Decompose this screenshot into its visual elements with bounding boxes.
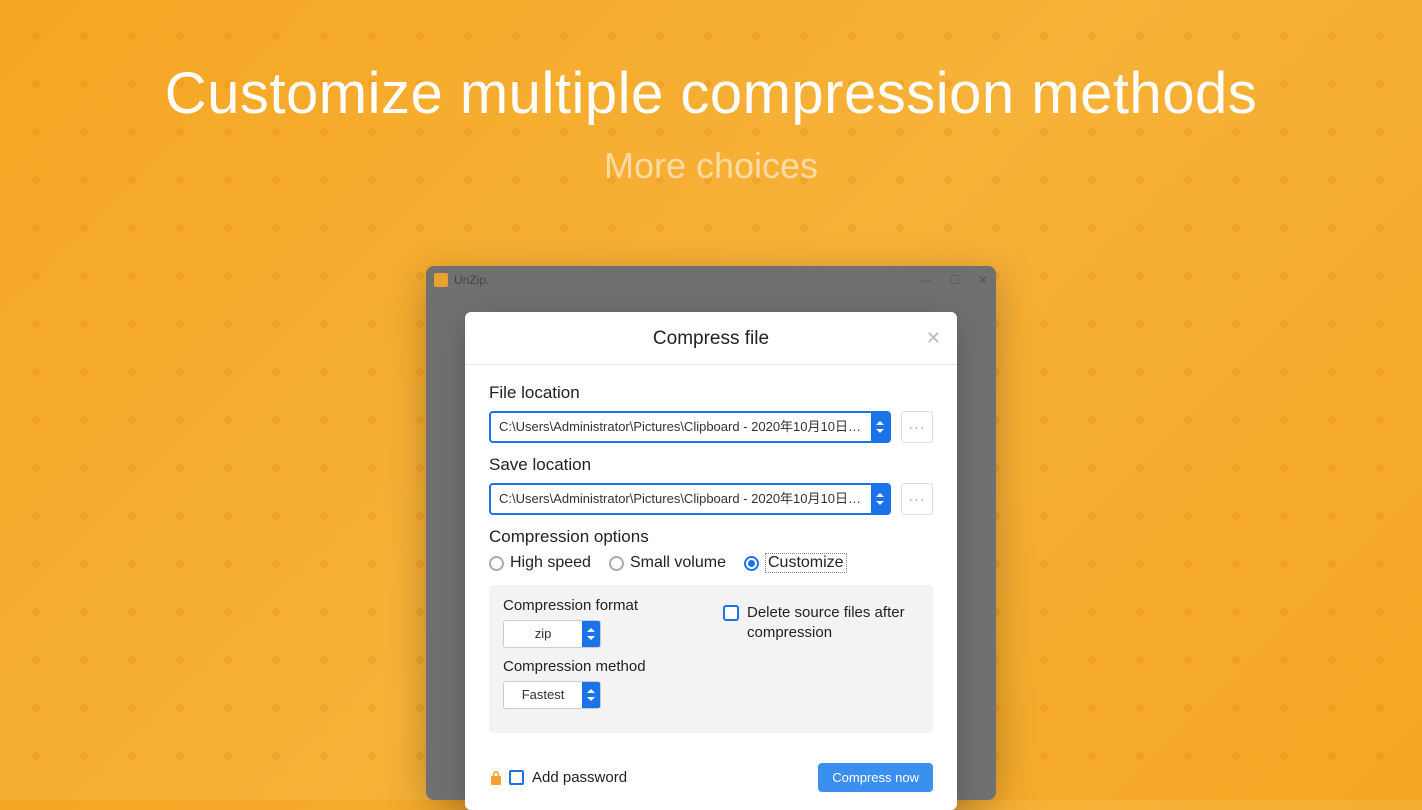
add-password-checkbox[interactable] [509,770,524,785]
customize-options-panel: Compression format zip Compression metho… [489,585,933,733]
compress-dialog: Compress file ✕ File location C:\Users\A… [465,312,957,810]
radio-small-volume[interactable]: Small volume [609,554,726,572]
save-location-label: Save location [489,455,933,475]
titlebar: UnZip. — ☐ ✕ [426,266,996,294]
window-controls: — ☐ ✕ [919,273,988,287]
radio-label: High speed [510,554,591,572]
maximize-button[interactable]: ☐ [949,273,960,287]
lock-icon [489,770,503,786]
radio-label: Customize [765,553,847,573]
app-title: UnZip. [454,273,489,287]
app-icon [434,273,448,287]
minimize-button[interactable]: — [919,273,931,287]
save-location-input[interactable]: C:\Users\Administrator\Pictures\Clipboar… [491,485,871,513]
file-location-input[interactable]: C:\Users\Administrator\Pictures\Clipboar… [491,413,871,441]
hero: Customize multiple compression methods M… [0,0,1422,187]
format-spinner[interactable] [582,621,600,647]
options-left: Compression format zip Compression metho… [503,597,703,719]
close-window-button[interactable]: ✕ [978,273,988,287]
save-location-spinner[interactable] [871,485,889,513]
file-location-spinner[interactable] [871,413,889,441]
compression-method-label: Compression method [503,658,703,675]
delete-source-checkbox[interactable] [723,605,739,621]
app-window: UnZip. — ☐ ✕ Compress file ✕ File locati… [426,266,996,800]
compression-format-select[interactable]: zip [503,620,601,648]
compression-options-label: Compression options [489,527,933,547]
hero-title: Customize multiple compression methods [0,60,1422,127]
delete-source-label: Delete source files after compression [747,603,919,642]
save-location-row: C:\Users\Administrator\Pictures\Clipboar… [489,483,933,515]
compression-options-radios: High speed Small volume Customize [489,553,933,573]
file-location-label: File location [489,383,933,403]
dialog-body: File location C:\Users\Administrator\Pic… [465,365,957,749]
close-icon[interactable]: ✕ [926,328,941,349]
file-location-row: C:\Users\Administrator\Pictures\Clipboar… [489,411,933,443]
file-location-browse-button[interactable]: ··· [901,411,933,443]
radio-icon [744,556,759,571]
dialog-footer: Add password Compress now [465,749,957,810]
file-location-input-wrap: C:\Users\Administrator\Pictures\Clipboar… [489,411,891,443]
options-right: Delete source files after compression [723,597,919,719]
compression-format-value: zip [504,621,582,647]
hero-subtitle: More choices [0,145,1422,187]
save-location-input-wrap: C:\Users\Administrator\Pictures\Clipboar… [489,483,891,515]
compression-format-label: Compression format [503,597,703,614]
compression-method-value: Fastest [504,682,582,708]
add-password-label: Add password [532,769,627,786]
radio-icon [609,556,624,571]
radio-high-speed[interactable]: High speed [489,554,591,572]
radio-icon [489,556,504,571]
radio-customize[interactable]: Customize [744,553,847,573]
compression-method-select[interactable]: Fastest [503,681,601,709]
method-spinner[interactable] [582,682,600,708]
dialog-header: Compress file ✕ [465,312,957,365]
radio-label: Small volume [630,554,726,572]
save-location-browse-button[interactable]: ··· [901,483,933,515]
dialog-title: Compress file [465,328,957,350]
compress-now-button[interactable]: Compress now [818,763,933,792]
